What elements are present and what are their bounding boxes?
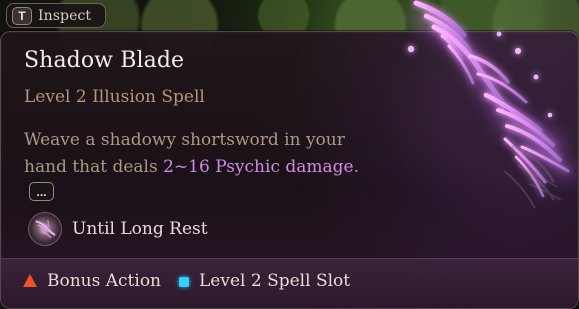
shadow-blade-icon — [28, 212, 62, 246]
inspect-button[interactable]: T Inspect — [6, 3, 106, 28]
spell-level-school: Level 2 Illusion Spell — [24, 87, 205, 107]
more-icon: ... — [36, 184, 47, 199]
bonus-action-cost: Bonus Action — [23, 271, 161, 291]
bonus-action-icon — [23, 273, 37, 287]
spell-title: Shadow Blade — [24, 48, 185, 73]
inspect-label: Inspect — [38, 7, 92, 24]
spell-description: Weave a shadowy shortsword in your hand … — [24, 127, 384, 181]
spell-slot-icon — [179, 277, 190, 287]
spell-slot-label: Level 2 Spell Slot — [199, 271, 351, 291]
spell-duration: Until Long Rest — [28, 212, 208, 246]
spell-slot-cost: Level 2 Spell Slot — [179, 271, 350, 291]
spell-description-suffix: . — [353, 157, 359, 177]
spell-costs: Bonus Action Level 2 Spell Slot — [23, 271, 350, 291]
spell-tooltip-scene: T Inspect Shadow Blade Level 2 Illusion … — [0, 0, 579, 309]
bonus-action-label: Bonus Action — [47, 271, 162, 291]
keyboard-key-icon: T — [12, 6, 32, 25]
spell-damage: 2~16 Psychic damage — [163, 157, 354, 177]
duration-label: Until Long Rest — [72, 219, 208, 239]
more-info-button[interactable]: ... — [29, 182, 54, 201]
